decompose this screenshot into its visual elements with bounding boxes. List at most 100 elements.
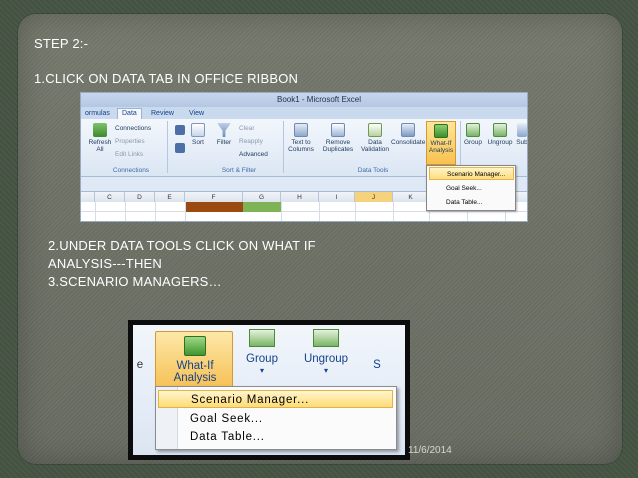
menu-item-scenario-manager[interactable]: Scenario Manager... <box>429 167 514 180</box>
worksheet-row <box>81 212 527 221</box>
menu-item-goal-seek[interactable]: Goal Seek... <box>429 182 514 195</box>
group-separator <box>283 121 284 173</box>
consolidate-icon <box>401 123 415 137</box>
step-title: STEP 2:- <box>34 36 89 51</box>
ungroup-button[interactable]: Ungroup <box>486 123 514 146</box>
zoomed-what-if-screenshot: e What-If Analysis Group ▾ Ungroup ▾ S S… <box>128 320 410 460</box>
group-icon <box>466 123 480 137</box>
subtotal-button[interactable]: Sub <box>515 123 527 146</box>
remove-duplicates-label: Remove Duplicates <box>322 139 354 153</box>
filter-label: Filter <box>216 139 232 146</box>
zoomed-group-label: Group <box>246 353 278 365</box>
group-button[interactable]: Group <box>462 123 484 146</box>
menu-item-goal-seek[interactable]: Goal Seek... <box>182 410 394 428</box>
reapply-label: Reapply <box>239 138 263 145</box>
filter-icon <box>217 123 231 137</box>
zoomed-what-if-button[interactable]: What-If Analysis <box>155 331 233 391</box>
data-tools-group-label: Data Tools <box>357 167 389 174</box>
zoomed-what-if-menu: Scenario Manager... Goal Seek... Data Ta… <box>155 386 397 450</box>
menu-item-scenario-manager[interactable]: Scenario Manager... <box>158 390 393 408</box>
tab-review[interactable]: Review <box>147 109 178 119</box>
slide-date: 11/6/2014 <box>408 445 452 456</box>
ribbon-tabs: ormulas Data Review View <box>81 107 527 119</box>
window-title: Book1 - Microsoft Excel <box>277 95 362 104</box>
what-if-icon <box>434 124 448 138</box>
what-if-icon <box>184 336 206 356</box>
what-if-analysis-button[interactable]: What-If Analysis <box>426 121 456 165</box>
step-2-instruction-continued: ANALYSIS---THEN <box>48 256 162 271</box>
grid-line <box>185 202 186 221</box>
tab-data[interactable]: Data <box>117 108 142 119</box>
what-if-line2: Analysis <box>173 372 217 384</box>
sort-icon <box>191 123 205 137</box>
what-if-dropdown-menu: Scenario Manager... Goal Seek... Data Ta… <box>426 165 516 211</box>
group-separator <box>167 121 168 173</box>
connections-label: Connections <box>115 125 152 132</box>
grid-line <box>355 202 356 221</box>
chevron-down-icon: ▾ <box>259 366 264 375</box>
subtotal-icon <box>517 123 527 137</box>
grid-line <box>281 202 282 221</box>
connections-button[interactable]: Connections <box>115 125 151 132</box>
ribbon-edge-right-label: S <box>373 359 381 371</box>
sort-az-button[interactable] <box>173 125 187 137</box>
ungroup-label: Ungroup <box>487 139 513 146</box>
zoomed-ribbon: e What-If Analysis Group ▾ Ungroup ▾ S S… <box>133 325 405 455</box>
properties-label: Properties <box>115 138 145 145</box>
zoomed-ungroup-label: Ungroup <box>303 353 349 365</box>
consolidate-button[interactable]: Consolidate <box>391 123 425 146</box>
zoomed-group-button[interactable]: Group ▾ <box>237 329 287 377</box>
tab-formulas[interactable]: ormulas <box>81 109 114 119</box>
data-validation-icon <box>368 123 382 137</box>
advanced-button[interactable]: Advanced <box>239 151 268 158</box>
consolidate-label: Consolidate <box>391 139 426 146</box>
refresh-all-button[interactable]: Refresh All <box>87 123 113 153</box>
advanced-label: Advanced <box>239 151 268 158</box>
ungroup-icon <box>313 329 339 347</box>
sort-za-icon <box>175 143 185 153</box>
filter-button[interactable]: Filter <box>213 123 235 146</box>
step-2-instruction: 2.UNDER DATA TOOLS CLICK ON WHAT IF <box>48 238 316 253</box>
sort-button[interactable]: Sort <box>187 123 209 146</box>
clear-button[interactable]: Clear <box>239 125 255 132</box>
sort-filter-group-label: Sort & Filter <box>221 167 257 174</box>
grid-line <box>393 202 394 221</box>
excel-ribbon-screenshot: Book1 - Microsoft Excel ormulas Data Rev… <box>80 92 528 222</box>
connections-group-label: Connections <box>112 167 150 174</box>
filled-cell-g[interactable] <box>243 202 281 212</box>
sort-za-button[interactable] <box>173 143 187 155</box>
edit-links-button[interactable]: Edit Links <box>115 151 143 158</box>
text-to-columns-icon <box>294 123 308 137</box>
ungroup-icon <box>493 123 507 137</box>
grid-line <box>319 202 320 221</box>
clear-label: Clear <box>239 125 255 132</box>
tab-view[interactable]: View <box>185 109 208 119</box>
properties-button[interactable]: Properties <box>115 138 145 145</box>
text-to-columns-button[interactable]: Text to Columns <box>285 123 317 153</box>
grid-line <box>95 202 96 221</box>
remove-duplicates-button[interactable]: Remove Duplicates <box>319 123 357 153</box>
menu-item-data-table[interactable]: Data Table... <box>182 428 394 446</box>
text-to-columns-label: Text to Columns <box>288 139 314 153</box>
grid-line <box>125 202 126 221</box>
step-3-instruction: 3.SCENARIO MANAGERS… <box>48 274 222 289</box>
data-validation-button[interactable]: Data Validation <box>359 123 391 153</box>
ribbon-edge-left-label: e <box>136 359 144 371</box>
step-1-instruction: 1.CLICK ON DATA TAB IN OFFICE RIBBON <box>34 71 299 86</box>
reapply-button[interactable]: Reapply <box>239 138 263 145</box>
edit-links-label: Edit Links <box>115 151 144 158</box>
grid-line <box>155 202 156 221</box>
menu-item-data-table[interactable]: Data Table... <box>429 196 514 209</box>
chevron-down-icon: ▾ <box>323 366 328 375</box>
sort-az-icon <box>175 125 185 135</box>
refresh-icon <box>93 123 107 137</box>
remove-duplicates-icon <box>331 123 345 137</box>
window-titlebar: Book1 - Microsoft Excel <box>81 93 527 107</box>
group-icon <box>249 329 275 347</box>
what-if-line1: What-If <box>176 360 214 372</box>
sort-label: Sort <box>192 139 204 146</box>
group-label: Group <box>463 139 483 146</box>
filled-cell-f[interactable] <box>185 202 243 212</box>
zoomed-ungroup-button[interactable]: Ungroup ▾ <box>293 329 359 377</box>
data-validation-label: Data Validation <box>360 139 390 153</box>
